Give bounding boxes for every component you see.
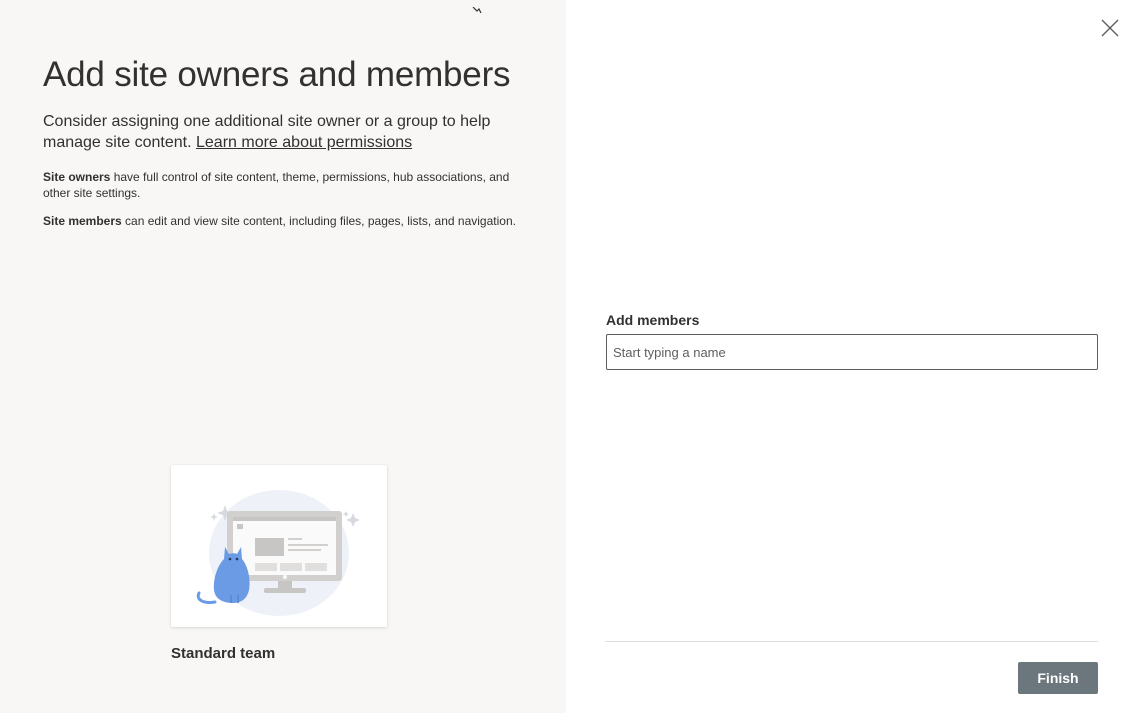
site-members-description: Site members can edit and view site cont… <box>43 213 523 229</box>
close-icon <box>1101 19 1119 37</box>
mouse-cursor-icon <box>470 0 484 18</box>
finish-button[interactable]: Finish <box>1018 662 1098 694</box>
site-owners-description: Site owners have full control of site co… <box>43 169 523 201</box>
team-site-illustration <box>196 490 360 616</box>
site-owners-text: have full control of site content, theme… <box>43 170 510 200</box>
page-title: Add site owners and members <box>43 55 511 94</box>
footer-divider <box>605 641 1098 642</box>
site-members-text: can edit and view site content, includin… <box>125 214 516 228</box>
site-members-term: Site members <box>43 214 122 228</box>
template-preview-card <box>171 465 387 627</box>
add-members-label: Add members <box>606 312 700 328</box>
info-panel: Add site owners and members Consider ass… <box>0 0 566 713</box>
intro-text: Consider assigning one additional site o… <box>43 111 513 153</box>
template-name: Standard team <box>171 645 276 662</box>
learn-more-permissions-link[interactable]: Learn more about permissions <box>196 134 412 151</box>
site-owners-term: Site owners <box>43 170 111 184</box>
close-button[interactable] <box>1098 16 1122 40</box>
add-members-input[interactable] <box>606 334 1098 370</box>
